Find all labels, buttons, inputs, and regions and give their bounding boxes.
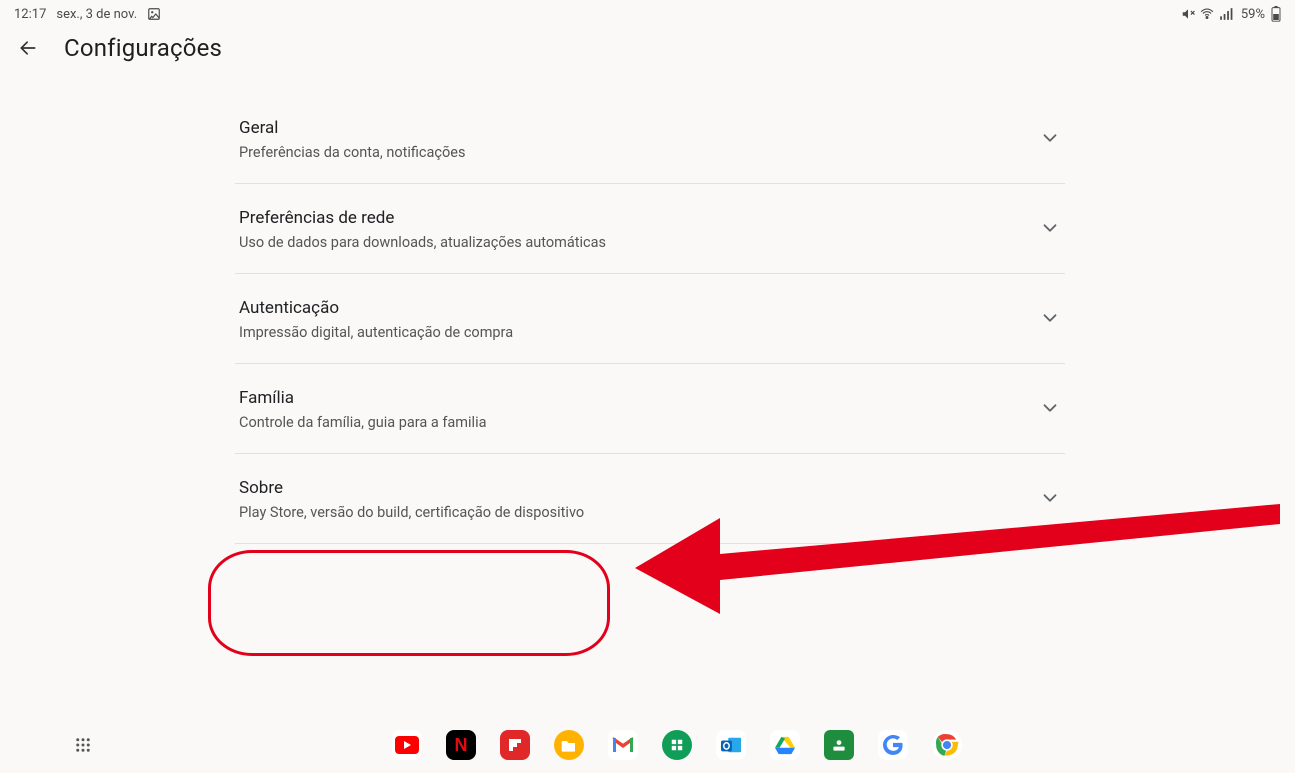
app-youtube-icon[interactable]: [392, 730, 422, 760]
app-files-icon[interactable]: [554, 730, 584, 760]
row-subtitle: Impressão digital, autenticação de compr…: [239, 324, 513, 341]
app-outlook-icon[interactable]: [716, 730, 746, 760]
row-title: Família: [239, 388, 486, 408]
chevron-down-icon: [1039, 397, 1061, 423]
page-title: Configurações: [64, 34, 222, 62]
chevron-down-icon: [1039, 127, 1061, 153]
annotation-highlight-ellipse: [208, 550, 610, 656]
wifi-icon: [1199, 7, 1215, 21]
battery-icon: [1271, 6, 1281, 22]
app-flipboard-icon[interactable]: [500, 730, 530, 760]
row-title: Preferências de rede: [239, 208, 606, 228]
app-drawer-button[interactable]: [74, 736, 92, 754]
app-google-icon[interactable]: [878, 730, 908, 760]
app-netflix-icon[interactable]: N: [446, 730, 476, 760]
taskbar: N: [0, 723, 1295, 767]
status-bar: 12:17 sex., 3 de nov. 59%: [0, 0, 1295, 24]
app-bar: Configurações: [0, 24, 1295, 68]
row-title: Sobre: [239, 478, 584, 498]
row-subtitle: Preferências da conta, notificações: [239, 144, 465, 161]
signal-icon: [1219, 7, 1233, 21]
app-sheets-icon[interactable]: [662, 730, 692, 760]
app-gmail-icon[interactable]: [608, 730, 638, 760]
app-drive-icon[interactable]: [770, 730, 800, 760]
chevron-down-icon: [1039, 487, 1061, 513]
settings-row-authentication[interactable]: Autenticação Impressão digital, autentic…: [235, 274, 1065, 364]
settings-list: Geral Preferências da conta, notificaçõe…: [235, 94, 1065, 544]
picture-icon: [147, 7, 161, 21]
mute-icon: [1181, 7, 1195, 21]
chevron-down-icon: [1039, 307, 1061, 333]
battery-text: 59%: [1241, 7, 1265, 22]
status-time: 12:17: [14, 7, 46, 22]
app-chrome-icon[interactable]: [932, 730, 962, 760]
row-subtitle: Controle da família, guia para a familia: [239, 414, 486, 431]
row-subtitle: Uso de dados para downloads, atualizaçõe…: [239, 234, 606, 251]
app-classroom-icon[interactable]: [824, 730, 854, 760]
status-date: sex., 3 de nov.: [56, 7, 137, 22]
back-button[interactable]: [18, 38, 38, 58]
settings-row-general[interactable]: Geral Preferências da conta, notificaçõe…: [235, 94, 1065, 184]
settings-row-about[interactable]: Sobre Play Store, versão do build, certi…: [235, 454, 1065, 544]
row-subtitle: Play Store, versão do build, certificaçã…: [239, 504, 584, 521]
row-title: Geral: [239, 118, 465, 138]
chevron-down-icon: [1039, 217, 1061, 243]
row-title: Autenticação: [239, 298, 513, 318]
settings-row-family[interactable]: Família Controle da família, guia para a…: [235, 364, 1065, 454]
settings-row-network[interactable]: Preferências de rede Uso de dados para d…: [235, 184, 1065, 274]
